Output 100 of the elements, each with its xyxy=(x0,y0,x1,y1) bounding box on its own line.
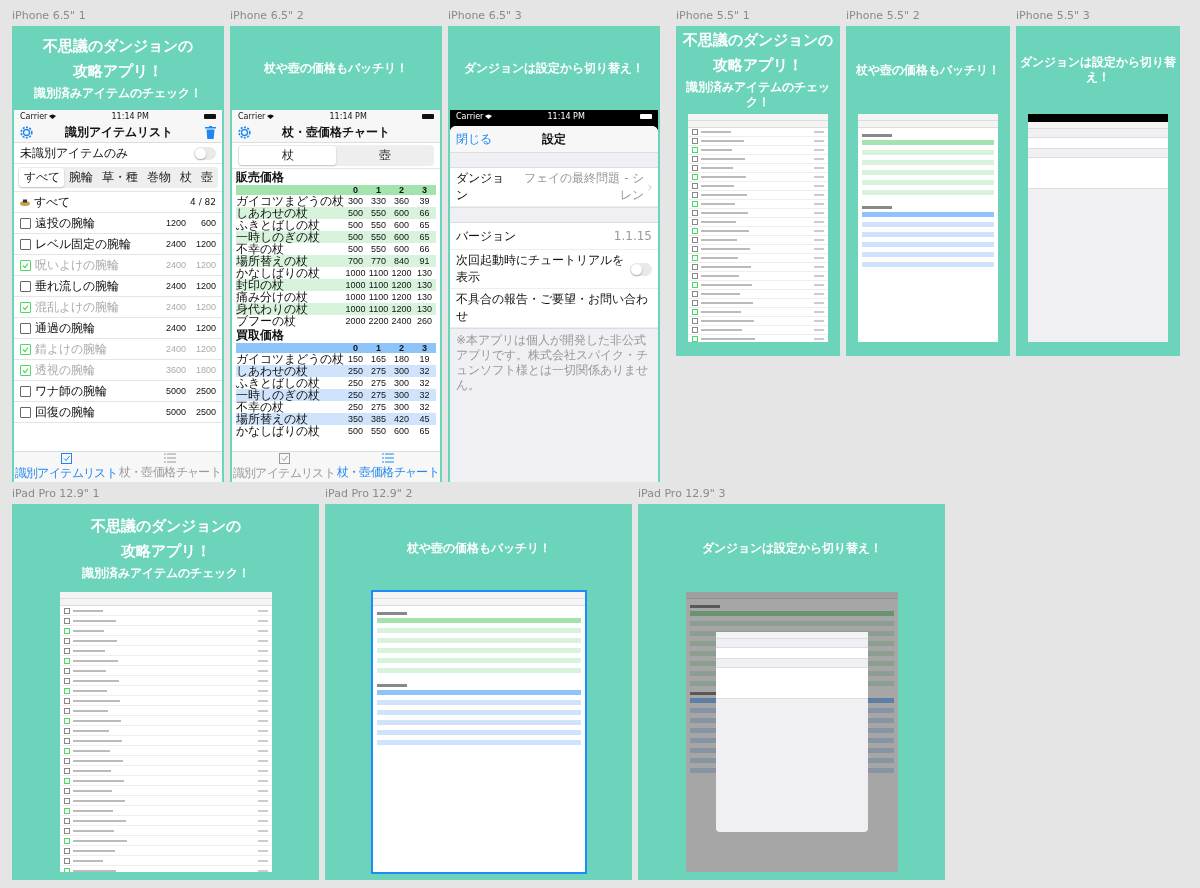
subheadline: ダンジョンは設定から切り替え！ xyxy=(1020,55,1176,85)
column-header: 2 xyxy=(390,343,413,353)
checkbox[interactable] xyxy=(20,280,31,292)
subheadline: ダンジョンは設定から切り替え！ xyxy=(701,540,882,556)
frame-label[interactable]: iPhone 5.5" 1 xyxy=(676,8,840,23)
wifi-icon xyxy=(267,113,275,119)
table-cell-text: 130 xyxy=(416,291,433,303)
checkbox[interactable] xyxy=(20,259,31,271)
table-cell: しあわせの杖 xyxy=(236,207,344,219)
table-cell: 420 xyxy=(390,413,413,425)
table-cell-text: 65 xyxy=(418,219,431,231)
frame-label[interactable]: iPad Pro 12.9" 3 xyxy=(638,486,945,501)
settings-icon[interactable] xyxy=(20,125,33,139)
segment-tab[interactable]: 杖 xyxy=(175,168,196,187)
table-cell: 350 xyxy=(344,413,367,425)
frame-label[interactable]: iPhone 6.5" 3 xyxy=(448,8,660,23)
checkbox[interactable] xyxy=(20,385,31,397)
segment-tab[interactable]: 草・種 xyxy=(97,168,142,187)
table-cell: 600 xyxy=(390,231,413,243)
segment-tab[interactable]: 杖 xyxy=(239,146,336,165)
table-cell: 600 xyxy=(390,207,413,219)
frame-label[interactable]: iPad Pro 12.9" 1 xyxy=(12,486,319,501)
table-cell-text: 500 xyxy=(347,219,364,231)
column-header: 2 xyxy=(390,185,413,195)
close-button[interactable]: 閉じる xyxy=(456,130,492,148)
checkbox[interactable] xyxy=(20,217,31,229)
subheadline: 杖や壺の価格もバッチリ！ xyxy=(406,540,551,556)
tab-bar-item[interactable]: 杖・壺価格チャート xyxy=(118,452,222,482)
status-time: 11:14 PM xyxy=(547,111,585,121)
list-icon xyxy=(382,453,394,463)
section-heading: 買取価格 xyxy=(236,328,285,342)
checkbox[interactable] xyxy=(20,301,31,313)
footnote: ※本アプリは個人が開発した非公式アプリです。株式会社スパイク・チュンソフト様とは一切関係ありません。 xyxy=(455,332,649,394)
frame-label[interactable]: iPhone 6.5" 1 xyxy=(12,8,224,23)
table-cell-text: 66 xyxy=(418,243,431,255)
sell-price: 2500 xyxy=(194,386,216,396)
sell-price: 1200 xyxy=(194,344,216,354)
column-header: 3 xyxy=(413,185,436,195)
table-cell: 2000 xyxy=(344,315,367,327)
frame-label[interactable]: iPhone 6.5" 2 xyxy=(230,8,442,23)
nav-title: 設定 xyxy=(542,130,566,148)
table-cell: 300 xyxy=(390,365,413,377)
headline: 攻略アプリ！ xyxy=(713,55,803,75)
setting-label: バージョン xyxy=(456,227,516,245)
toggle-switch[interactable] xyxy=(194,146,216,160)
table-cell: 1100 xyxy=(367,267,390,279)
table-cell: 500 xyxy=(344,231,367,243)
table-cell: 1000 xyxy=(344,291,367,303)
toggle-switch[interactable] xyxy=(630,262,652,276)
wifi-icon xyxy=(485,113,493,119)
trash-icon[interactable] xyxy=(205,125,216,139)
settings-icon[interactable] xyxy=(238,125,251,139)
segment-tab[interactable]: すべて xyxy=(19,168,64,187)
checkbox[interactable] xyxy=(20,322,31,334)
buy-price: 5000 xyxy=(164,407,186,417)
table-cell-text: ブフーの杖 xyxy=(236,315,296,327)
table-cell-text: 不幸の杖 xyxy=(236,401,284,413)
checkbox[interactable] xyxy=(20,364,31,376)
checkbox[interactable] xyxy=(20,406,31,418)
table-cell: 500 xyxy=(344,207,367,219)
sell-price: 1200 xyxy=(194,260,216,270)
toggle-label: 未識別アイテムのみ xyxy=(20,144,128,162)
table-cell: 場所替えの杖 xyxy=(236,413,344,425)
segment-tab[interactable]: 壺 xyxy=(196,168,217,187)
buy-price: 2400 xyxy=(164,302,186,312)
checkbox[interactable] xyxy=(20,238,31,250)
table-cell: 1200 xyxy=(390,303,413,315)
buy-price: 2400 xyxy=(164,323,186,333)
setting-value: フェイの最終問題 - シレン xyxy=(523,170,645,204)
table-cell: 550 xyxy=(367,231,390,243)
setting-label: ダンジョン xyxy=(456,170,505,204)
status-time: 11:14 PM xyxy=(329,111,367,121)
sell-price: 1200 xyxy=(194,239,216,249)
item-name: ワナ師の腕輪 xyxy=(35,382,108,400)
pouch-icon xyxy=(20,198,30,206)
frame-label[interactable]: iPad Pro 12.9" 2 xyxy=(325,486,632,501)
table-cell-text: 550 xyxy=(370,219,387,231)
sell-price: 1200 xyxy=(194,302,216,312)
buy-price: 1200 xyxy=(164,218,186,228)
table-cell: 275 xyxy=(367,365,390,377)
tab-bar-item[interactable]: 杖・壺価格チャート xyxy=(336,452,440,482)
table-cell: 一時しのぎの杖 xyxy=(236,389,344,401)
frame-label[interactable]: iPhone 5.5" 3 xyxy=(1016,8,1180,23)
table-cell-text: 550 xyxy=(370,425,387,437)
subheadline: 杖や壺の価格もバッチリ！ xyxy=(264,60,408,76)
segment-tab[interactable]: 巻物 xyxy=(142,168,175,187)
table-cell: 1000 xyxy=(344,303,367,315)
table-cell-text: 165 xyxy=(370,353,387,365)
table-cell: ガイコツまどうの杖 xyxy=(236,195,344,207)
segment-tab[interactable]: 壺 xyxy=(336,146,433,165)
item-name: 遠投の腕輪 xyxy=(35,214,96,232)
table-cell-text: 275 xyxy=(370,377,387,389)
frame-label[interactable]: iPhone 5.5" 2 xyxy=(846,8,1010,23)
tab-bar-item[interactable]: 識別アイテムリスト xyxy=(14,452,118,482)
segment-tab[interactable]: 腕輪 xyxy=(64,168,97,187)
checkbox[interactable] xyxy=(20,343,31,355)
table-cell: 1200 xyxy=(390,279,413,291)
item-name: 混乱よけの腕輪 xyxy=(35,298,120,316)
tab-bar-item[interactable]: 識別アイテムリスト xyxy=(232,452,336,482)
sell-price: 2500 xyxy=(194,407,216,417)
